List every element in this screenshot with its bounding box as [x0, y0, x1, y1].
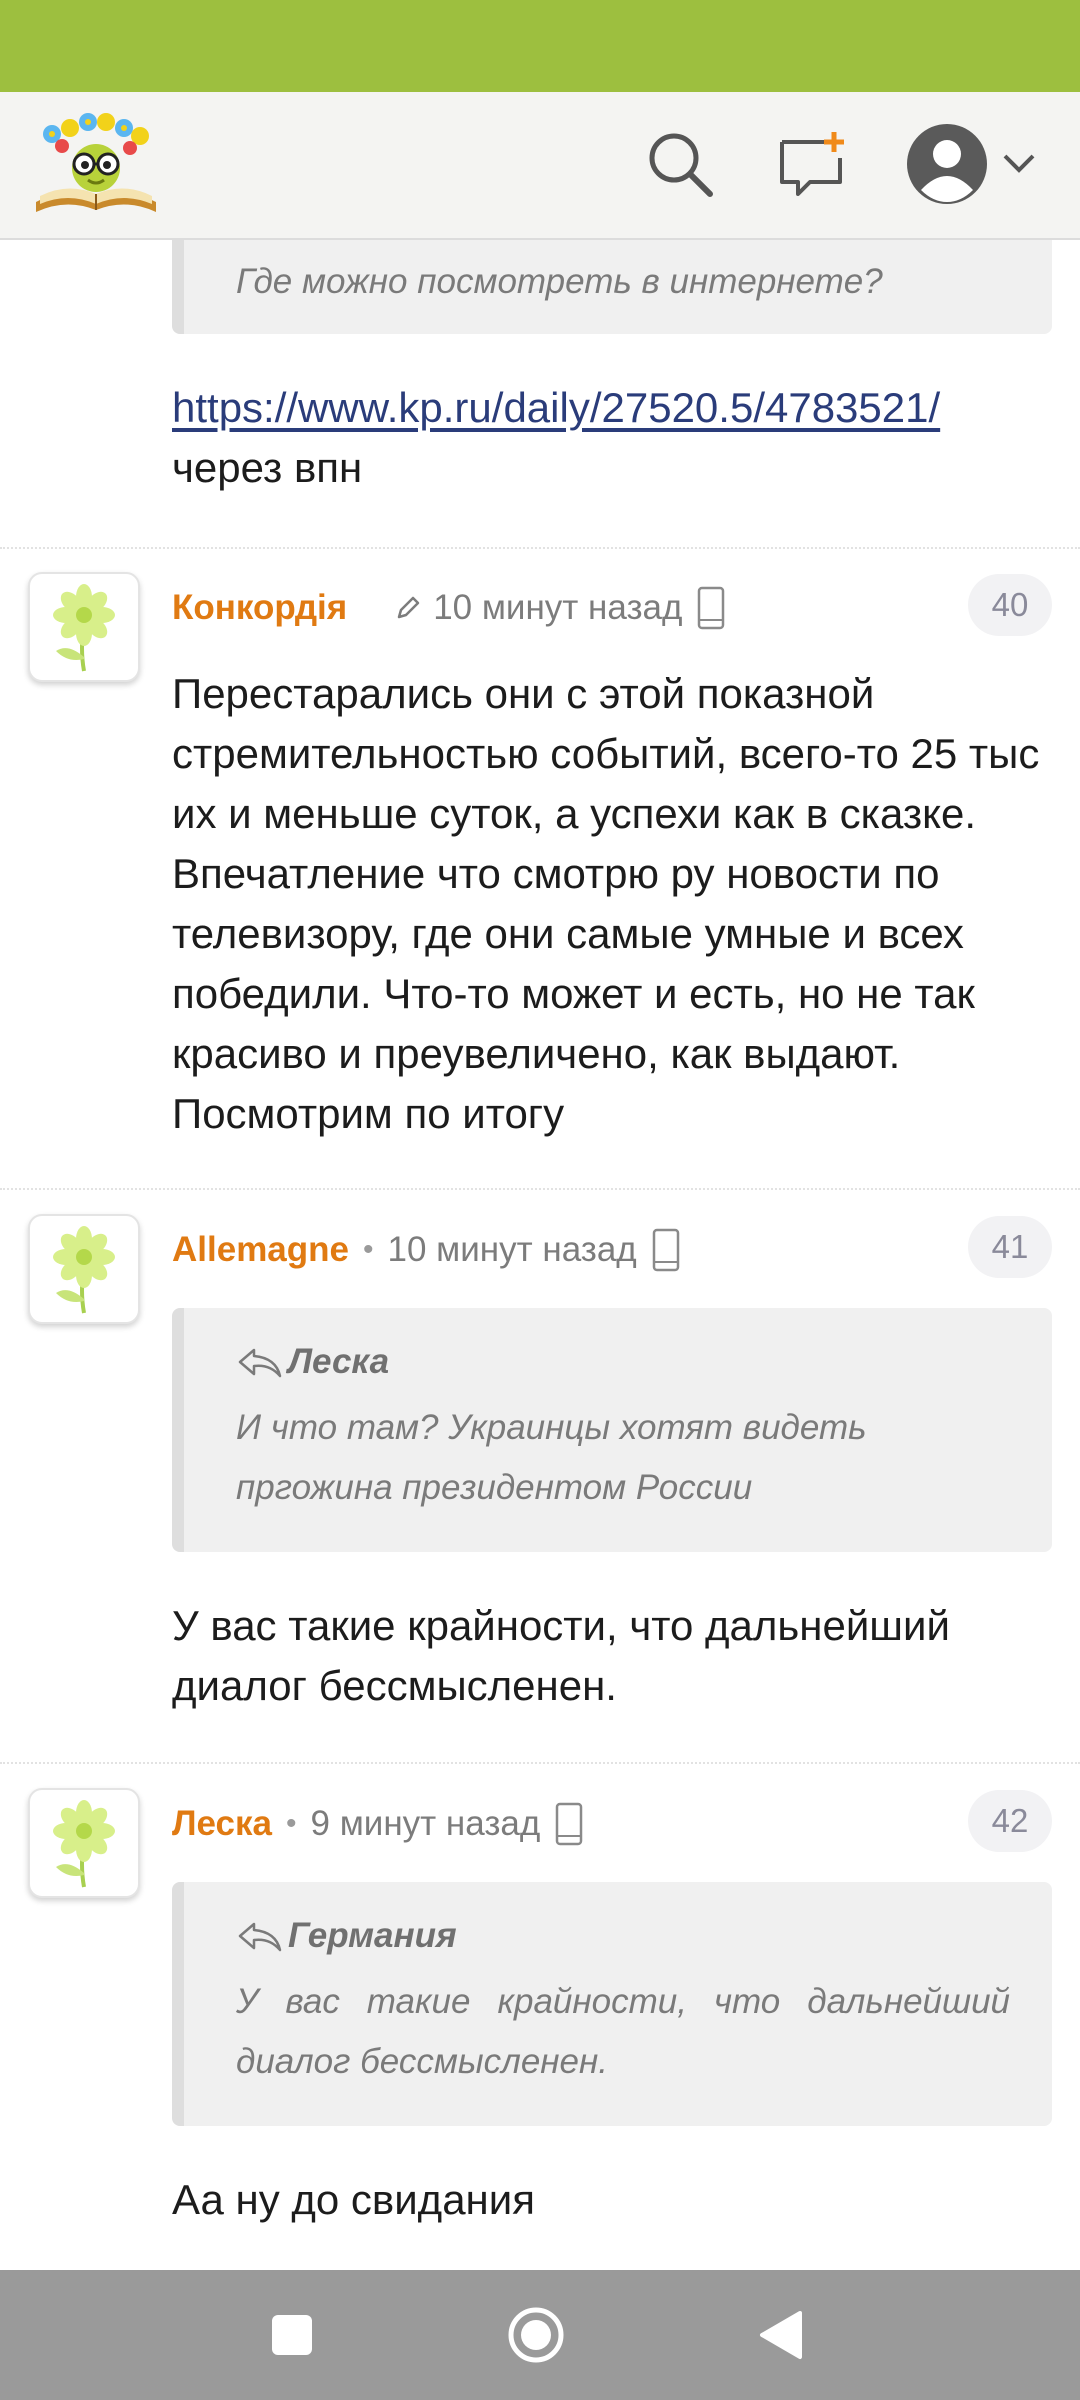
quote-block[interactable]: Германия У вас такие крайности, что даль…	[172, 1882, 1052, 2126]
avatar[interactable]	[28, 1214, 140, 1324]
user-avatar-icon	[905, 122, 989, 211]
home-circle-icon	[508, 2307, 564, 2363]
chevron-down-icon	[1001, 152, 1037, 181]
quote-block: Где можно посмотреть в интернете?	[172, 240, 1052, 334]
quote-text: И что там? Украинцы хотят видеть пргожин…	[236, 1408, 867, 1507]
separator-dot: •	[286, 1807, 297, 1840]
comment-number-badge[interactable]: 42	[968, 1790, 1052, 1852]
author-name[interactable]: Конкордія	[172, 588, 347, 628]
flower-avatar-icon	[53, 1800, 115, 1888]
comment-text: Аа ну до свидания	[172, 2176, 535, 2223]
quote-author-name: Леска	[288, 1342, 390, 1381]
quote-author: Леска	[236, 1342, 389, 1382]
home-button[interactable]	[496, 2295, 576, 2375]
new-message-button[interactable]	[770, 124, 854, 208]
site-header	[0, 92, 1080, 240]
comment-separator	[0, 1188, 1080, 1190]
quote-author-name: Германия	[288, 1916, 457, 1955]
recents-square-icon	[272, 2315, 312, 2355]
search-button[interactable]	[638, 124, 722, 208]
quote-author: Германия	[236, 1916, 457, 1956]
comment-meta: Конкордія 10 минут назад	[172, 576, 726, 640]
recents-button[interactable]	[252, 2295, 332, 2375]
comment-meta: Леска • 9 минут назад	[172, 1792, 584, 1856]
external-link[interactable]: https://www.kp.ru/daily/27520.5/4783521/	[172, 384, 940, 431]
quote-block[interactable]: Леска И что там? Украинцы хотят видеть п…	[172, 1308, 1052, 1552]
comment-text: Перестарались они с этой показной стреми…	[172, 670, 1040, 1137]
account-menu-button[interactable]	[896, 118, 1046, 214]
separator-dot: •	[363, 1233, 374, 1266]
comment-time: 9 минут назад	[310, 1804, 541, 1843]
comments-feed: Где можно посмотреть в интернете? https:…	[0, 240, 1080, 2270]
quote-text: Где можно посмотреть в интернете?	[236, 262, 883, 301]
comment-number-badge[interactable]: 40	[968, 574, 1052, 636]
comment-text: У вас такие крайности, что дальнейший ди…	[172, 1602, 950, 1709]
reply-arrow-icon	[238, 1348, 282, 1378]
flower-avatar-icon	[53, 1226, 115, 1314]
site-logo[interactable]	[32, 106, 160, 222]
author-name[interactable]: Леска	[172, 1804, 272, 1844]
comment-time: 10 минут назад	[387, 1230, 637, 1269]
new-message-icon	[776, 128, 848, 205]
author-name[interactable]: Allemagne	[172, 1230, 349, 1270]
system-nav-bar	[0, 2270, 1080, 2400]
mobile-device-icon	[651, 1228, 681, 1272]
search-icon	[644, 128, 716, 205]
comment-number-badge[interactable]: 41	[968, 1216, 1052, 1278]
back-triangle-icon	[760, 2311, 802, 2359]
status-bar	[0, 0, 1080, 92]
comment-meta: Allemagne • 10 минут назад	[172, 1218, 681, 1282]
comment-text-line: через впн	[172, 444, 363, 491]
mobile-device-icon	[696, 586, 726, 630]
avatar[interactable]	[28, 572, 140, 682]
comment-separator	[0, 1762, 1080, 1764]
quote-text: У вас такие крайности, что дальнейший ди…	[236, 1982, 1010, 2081]
comment-text: https://www.kp.ru/daily/27520.5/4783521/…	[172, 378, 1052, 498]
mobile-device-icon	[554, 1802, 584, 1846]
comment-separator	[0, 547, 1080, 549]
back-button[interactable]	[740, 2295, 820, 2375]
avatar[interactable]	[28, 1788, 140, 1898]
flower-avatar-icon	[53, 584, 115, 672]
pencil-icon	[395, 595, 421, 621]
comment-time: 10 минут назад	[433, 588, 683, 627]
reply-arrow-icon	[238, 1922, 282, 1952]
